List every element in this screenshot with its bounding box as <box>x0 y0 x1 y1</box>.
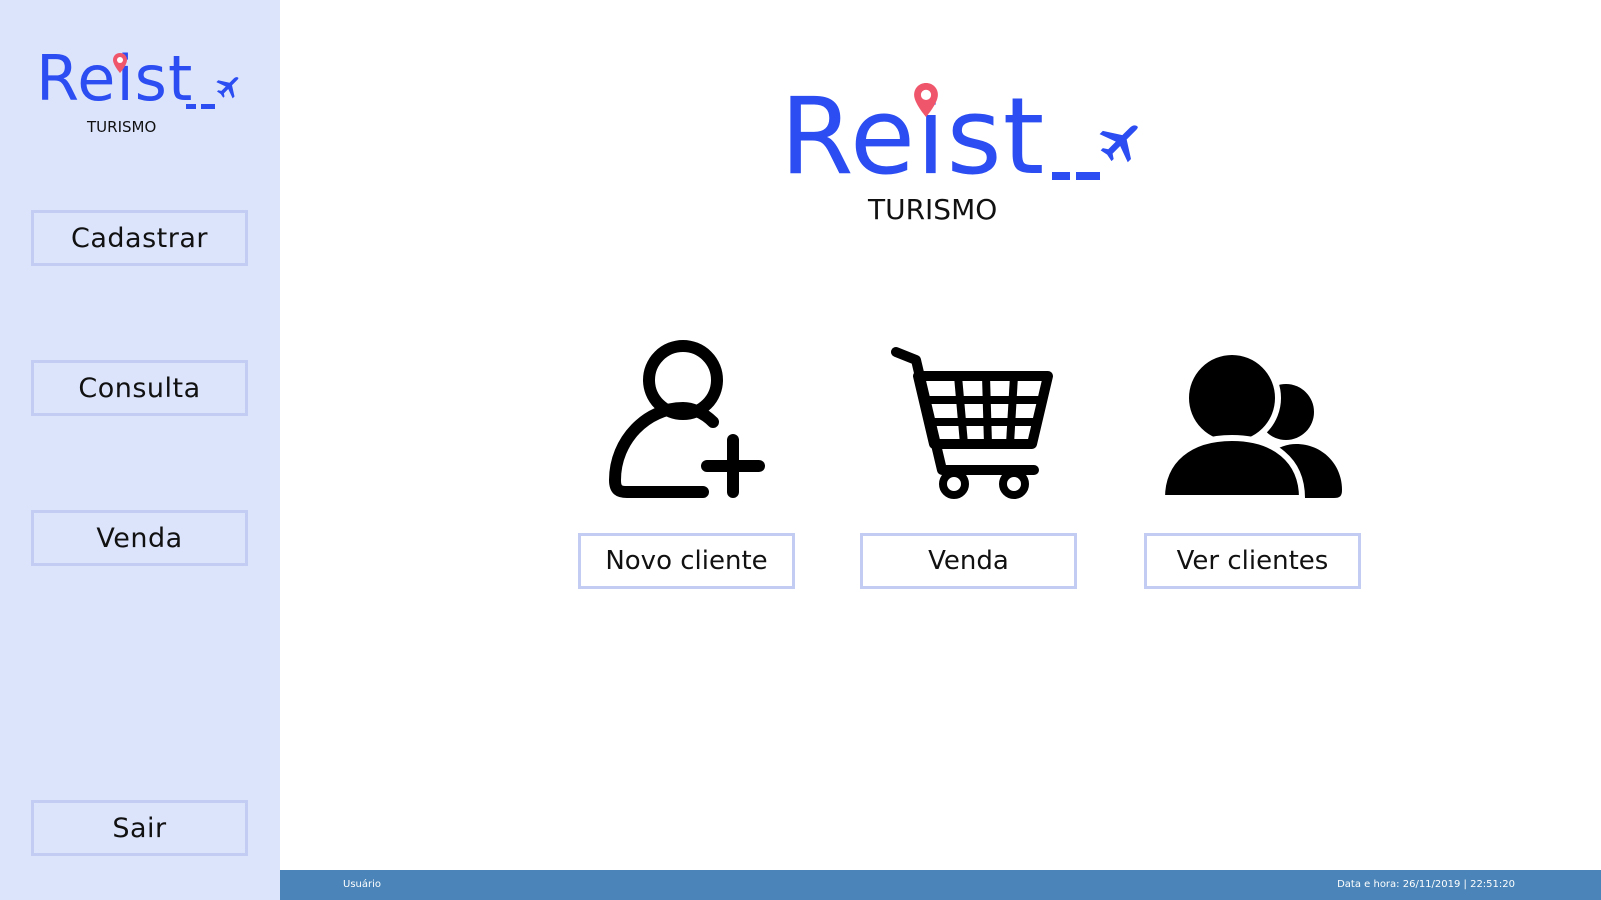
sidebar-item-cadastrar[interactable]: Cadastrar <box>31 210 248 266</box>
sidebar-item-venda[interactable]: Venda <box>31 510 248 566</box>
status-bar: Usuário Data e hora: 26/11/2019 | 22:51:… <box>280 870 1601 900</box>
sidebar-item-label: Cadastrar <box>71 222 208 254</box>
users-group-icon[interactable] <box>1144 335 1361 505</box>
new-client-label: Novo cliente <box>605 546 768 576</box>
map-pin-icon <box>914 83 938 117</box>
logo-subtitle: TURISMO <box>87 118 157 136</box>
logo-dash <box>186 104 196 109</box>
logo-subtitle: TURISMO <box>868 193 998 226</box>
map-pin-icon <box>113 53 127 73</box>
logo-wordmark: Reist <box>780 75 1046 198</box>
status-user: Usuário <box>343 879 382 890</box>
view-clients-button[interactable]: Ver clientes <box>1144 533 1361 589</box>
add-user-icon[interactable] <box>578 335 795 505</box>
main-content: Reist TURISMO Novo cliente Venda Ver cli… <box>280 0 1601 870</box>
sidebar: Reist TURISMO Cadastrar Consulta Venda S… <box>0 0 280 900</box>
sidebar-logo: Reist TURISMO <box>36 46 246 142</box>
airplane-icon <box>1099 125 1138 163</box>
logo-dash <box>1076 172 1100 180</box>
exit-button-label: Sair <box>112 812 167 844</box>
status-datetime: Data e hora: 26/11/2019 | 22:51:20 <box>1337 879 1515 890</box>
view-clients-label: Ver clientes <box>1176 546 1329 576</box>
main-logo: Reist TURISMO <box>780 80 1160 230</box>
app-window: Reist TURISMO Cadastrar Consulta Venda S… <box>0 0 1601 900</box>
logo-dash <box>1052 172 1070 180</box>
sidebar-item-consulta[interactable]: Consulta <box>31 360 248 416</box>
shopping-cart-icon[interactable] <box>860 335 1077 505</box>
sale-label: Venda <box>928 546 1009 576</box>
sidebar-item-label: Venda <box>96 522 183 554</box>
logo-dash <box>201 104 215 109</box>
sidebar-item-label: Consulta <box>78 372 201 404</box>
airplane-icon <box>216 77 239 99</box>
exit-button[interactable]: Sair <box>31 800 248 856</box>
sale-button[interactable]: Venda <box>860 533 1077 589</box>
new-client-button[interactable]: Novo cliente <box>578 533 795 589</box>
